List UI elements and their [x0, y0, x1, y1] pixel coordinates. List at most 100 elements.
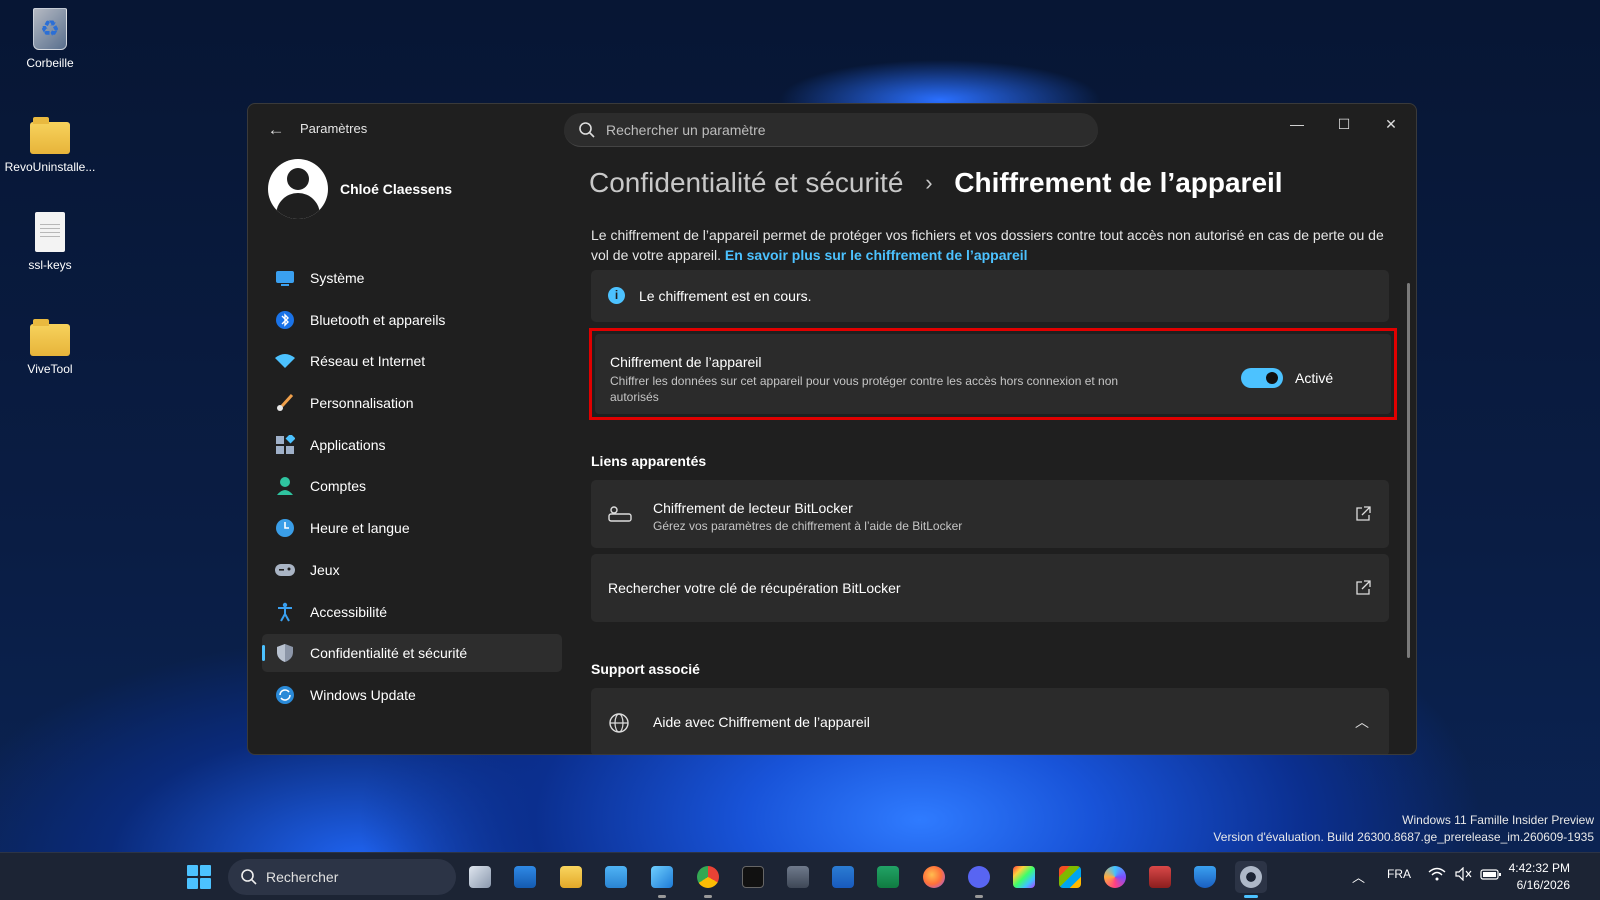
info-icon: i — [608, 287, 625, 304]
accessibility-icon — [274, 601, 296, 623]
brush-icon — [274, 392, 296, 414]
task-view-icon[interactable] — [464, 861, 496, 893]
volume-muted-icon[interactable] — [1455, 866, 1473, 884]
user-profile[interactable]: Chloé Claessens — [262, 159, 562, 259]
taskbar-search-label: Rechercher — [266, 869, 339, 885]
device-encryption-setting: Chiffrement de l’appareil Chiffrer les d… — [595, 334, 1391, 414]
start-button[interactable] — [187, 865, 211, 889]
search-icon — [241, 869, 257, 885]
desktop-icon-ssl-keys[interactable]: ssl-keys — [0, 212, 100, 272]
copilot-icon[interactable] — [1099, 861, 1131, 893]
folder-icon — [30, 117, 70, 154]
sidebar-item-label: Comptes — [310, 478, 367, 495]
photos-icon[interactable] — [509, 861, 541, 893]
calculator-icon[interactable] — [782, 861, 814, 893]
desktop-icon-label: RevoUninstalle... — [4, 160, 96, 174]
notepad-icon[interactable] — [600, 861, 632, 893]
file-explorer-icon[interactable] — [555, 861, 587, 893]
snipping-tool-icon[interactable] — [646, 861, 678, 898]
accounts-icon — [274, 475, 296, 497]
watermark-line-2: Version d'évaluation. Build 26300.8687.g… — [1213, 830, 1594, 844]
word-icon[interactable] — [827, 861, 859, 893]
settings-search-input[interactable]: Rechercher un paramètre — [564, 113, 1098, 147]
sidebar-item-jeux[interactable]: Jeux — [262, 551, 562, 589]
excel-icon[interactable] — [872, 861, 904, 893]
bitlocker-link[interactable]: Chiffrement de lecteur BitLocker Gérez v… — [591, 480, 1389, 548]
desktop-icon-label: ViveTool — [27, 362, 73, 376]
close-button[interactable]: ✕ — [1368, 110, 1414, 138]
sidebar-item-label: Système — [310, 270, 365, 286]
desktop-icon-recycle-bin[interactable]: ♻ Corbeille — [0, 8, 100, 70]
highlight-box: Chiffrement de l’appareil Chiffrer les d… — [589, 328, 1397, 420]
chevron-up-icon[interactable]: ︿ — [1355, 712, 1369, 732]
desktop-icon-label: Corbeille — [26, 56, 74, 70]
external-link-icon — [1356, 506, 1371, 521]
sidebar-item-systeme[interactable]: Système — [262, 259, 562, 297]
text-file-icon — [35, 212, 65, 252]
show-hidden-icons-chevron-icon[interactable]: ︿ — [1352, 867, 1365, 886]
clock-date: 6/16/2026 — [1516, 878, 1570, 892]
maximize-button[interactable]: ☐ — [1321, 110, 1367, 138]
system-clock[interactable]: 4:42:32 PM 6/16/2026 — [1509, 860, 1570, 894]
search-placeholder: Rechercher un paramètre — [606, 122, 766, 138]
desktop-icon-vivetool[interactable]: ViveTool — [0, 316, 100, 376]
help-title: Aide avec Chiffrement de l’appareil — [653, 714, 870, 730]
sidebar-item-label: Personnalisation — [310, 395, 414, 412]
sidebar-item-label: Accessibilité — [310, 603, 388, 620]
battery-icon[interactable] — [1480, 867, 1502, 884]
device-encryption-toggle[interactable] — [1241, 368, 1283, 388]
sidebar-item-applications[interactable]: Applications — [262, 426, 562, 464]
language-indicator[interactable]: FRA — [1387, 867, 1411, 881]
sidebar-item-windows-update[interactable]: Windows Update — [262, 676, 562, 714]
sidebar-item-label: Heure et langue — [310, 520, 410, 537]
chrome-icon[interactable] — [692, 861, 724, 898]
help-expander[interactable]: Aide avec Chiffrement de l’appareil ︿ — [591, 688, 1389, 754]
shield-icon — [274, 642, 296, 664]
defender-icon[interactable] — [1189, 861, 1221, 893]
terminal-icon[interactable] — [737, 861, 769, 893]
app-title: Paramètres — [300, 121, 368, 136]
bluetooth-icon — [274, 309, 296, 331]
apps-icon — [274, 434, 296, 456]
settings-icon[interactable] — [1235, 861, 1267, 898]
setting-title: Chiffrement de l’appareil — [610, 354, 762, 370]
wifi-icon[interactable] — [1428, 867, 1446, 884]
color-picker-icon[interactable] — [1008, 861, 1040, 893]
microsoft-store-icon[interactable] — [1054, 861, 1086, 893]
title-bar: ← Paramètres Rechercher un paramètre — ☐… — [248, 104, 1416, 156]
gamepad-icon — [274, 559, 296, 581]
toggle-state-label: Activé — [1295, 370, 1334, 386]
sidebar-item-confidentialite[interactable]: Confidentialité et sécurité — [262, 634, 562, 673]
sidebar-item-label: Confidentialité et sécurité — [310, 645, 468, 662]
sidebar-item-reseau[interactable]: Réseau et Internet — [262, 342, 562, 380]
breadcrumb-separator: › — [925, 170, 933, 195]
user-name: Chloé Claessens — [340, 181, 453, 197]
learn-more-link[interactable]: En savoir plus sur le chiffrement de l’a… — [725, 247, 1028, 263]
desktop-icon-revouninstaller[interactable]: RevoUninstalle... — [0, 114, 100, 174]
settings-window: ← Paramètres Rechercher un paramètre — ☐… — [247, 103, 1417, 755]
scrollbar[interactable] — [1407, 283, 1410, 658]
sidebar-item-label: Applications — [310, 436, 386, 453]
taskbar-search[interactable]: Rechercher — [228, 859, 456, 895]
section-title-related-links: Liens apparentés — [591, 453, 707, 469]
sidebar: Chloé Claessens Système Bluetooth et app… — [262, 159, 562, 718]
sidebar-item-label: Bluetooth et appareils — [310, 311, 446, 328]
clock-globe-icon — [274, 517, 296, 539]
sidebar-item-accessibilite[interactable]: Accessibilité — [262, 593, 562, 631]
firefox-icon[interactable] — [918, 861, 950, 893]
breadcrumb-parent-link[interactable]: Confidentialité et sécurité — [589, 167, 903, 198]
breadcrumb: Confidentialité et sécurité › Chiffremen… — [589, 167, 1283, 199]
sidebar-item-bluetooth[interactable]: Bluetooth et appareils — [262, 301, 562, 339]
sidebar-item-personnalisation[interactable]: Personnalisation — [262, 384, 562, 422]
bitlocker-subtitle: Gérez vos paramètres de chiffrement à l’… — [653, 519, 963, 533]
sidebar-item-comptes[interactable]: Comptes — [262, 467, 562, 505]
discord-icon[interactable] — [963, 861, 995, 898]
revo-uninstaller-icon[interactable] — [1144, 861, 1176, 893]
encryption-status-banner: i Le chiffrement est en cours. — [591, 270, 1389, 322]
minimize-button[interactable]: — — [1274, 110, 1320, 138]
taskbar: Rechercher ︿ FRA 4:42:32 PM 6/16/2026 — [0, 852, 1600, 900]
back-button[interactable]: ← — [262, 118, 290, 142]
recovery-key-link[interactable]: Rechercher votre clé de récupération Bit… — [591, 554, 1389, 622]
sidebar-item-heure-langue[interactable]: Heure et langue — [262, 509, 562, 547]
clock-time: 4:42:32 PM — [1508, 861, 1570, 875]
